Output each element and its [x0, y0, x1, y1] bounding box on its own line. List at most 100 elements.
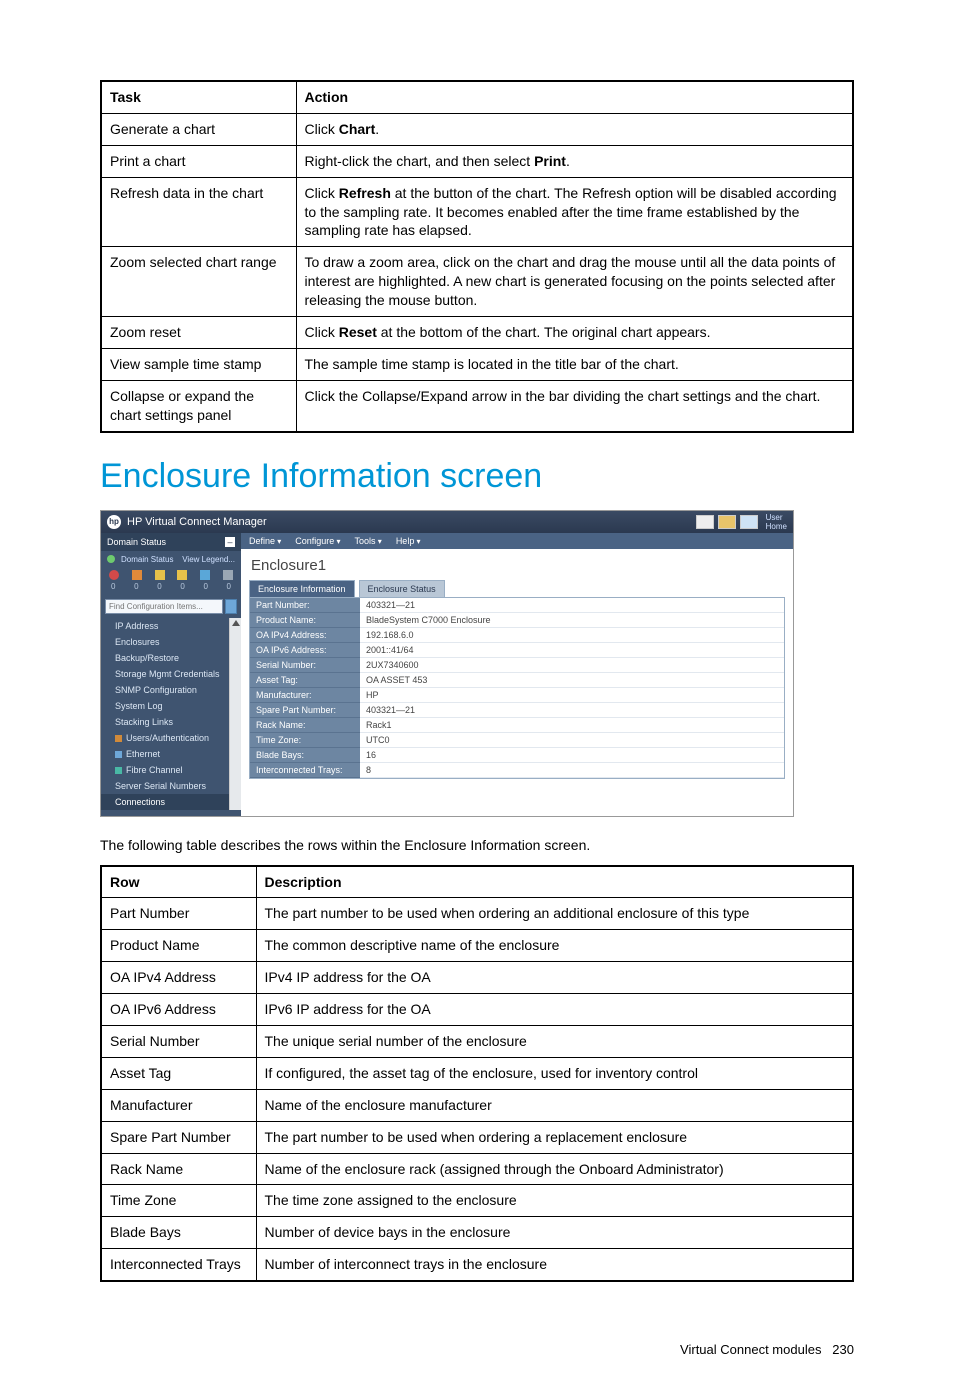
sidebar-item-enclosures[interactable]: Enclosures: [101, 634, 241, 650]
action-cell: Click the Collapse/Expand arrow in the b…: [296, 380, 853, 431]
menu-define[interactable]: Define: [249, 536, 281, 546]
status-count-row: 000000: [101, 582, 241, 595]
info-label: Spare Part Number:: [250, 703, 360, 718]
sidebar-search: [105, 599, 237, 614]
tab-enclosure-information[interactable]: Enclosure Information: [249, 580, 355, 597]
col-task: Task: [101, 81, 296, 113]
sidebar-item-system-log[interactable]: System Log: [101, 698, 241, 714]
section-heading: Enclosure Information screen: [100, 457, 854, 496]
status-count: 0: [227, 582, 231, 591]
domain-status-row[interactable]: Domain Status View Legend...: [101, 551, 241, 568]
info-value: Rack1: [360, 718, 784, 733]
task-cell: Zoom selected chart range: [101, 247, 296, 317]
sidebar-item-server-serial-numbers[interactable]: Server Serial Numbers: [101, 778, 241, 794]
description-cell: The time zone assigned to the enclosure: [256, 1185, 853, 1217]
row-cell: OA IPv6 Address: [101, 994, 256, 1026]
info-label: Serial Number:: [250, 658, 360, 673]
action-cell: Click Refresh at the button of the chart…: [296, 177, 853, 247]
status-count: 0: [157, 582, 161, 591]
task-cell: Print a chart: [101, 145, 296, 177]
vcm-main: DefineConfigureToolsHelp Enclosure1 Encl…: [241, 533, 793, 816]
description-cell: IPv6 IP address for the OA: [256, 994, 853, 1026]
collapse-icon[interactable]: –: [225, 537, 235, 547]
user-home-link[interactable]: User Home: [766, 513, 787, 531]
info-value: 403321—21: [360, 598, 784, 613]
sidebar-scrollbar[interactable]: [229, 618, 241, 810]
sidebar-item-stacking-links[interactable]: Stacking Links: [101, 714, 241, 730]
row-cell: Manufacturer: [101, 1089, 256, 1121]
sidebar-item-backup-restore[interactable]: Backup/Restore: [101, 650, 241, 666]
row-cell: Time Zone: [101, 1185, 256, 1217]
status-count: 0: [111, 582, 115, 591]
status-type-icon[interactable]: [223, 570, 233, 580]
row-cell: Asset Tag: [101, 1057, 256, 1089]
header-icon-2[interactable]: [718, 515, 736, 529]
col-row: Row: [101, 866, 256, 898]
domain-status-header: Domain Status –: [101, 533, 241, 551]
row-cell: Serial Number: [101, 1026, 256, 1058]
info-value: HP: [360, 688, 784, 703]
status-type-icon[interactable]: [200, 570, 210, 580]
status-type-icon[interactable]: [155, 570, 165, 580]
tab-enclosure-status[interactable]: Enclosure Status: [359, 580, 445, 597]
scroll-up-icon: [232, 620, 240, 626]
row-cell: OA IPv4 Address: [101, 962, 256, 994]
info-value: UTC0: [360, 733, 784, 748]
sidebar-item-connections[interactable]: Connections: [101, 794, 241, 810]
info-label: Time Zone:: [250, 733, 360, 748]
info-value: 192.168.6.0: [360, 628, 784, 643]
description-cell: The common descriptive name of the enclo…: [256, 930, 853, 962]
row-cell: Spare Part Number: [101, 1121, 256, 1153]
search-input[interactable]: [105, 599, 223, 614]
task-cell: Zoom reset: [101, 317, 296, 349]
info-value: 8: [360, 763, 784, 778]
hp-logo-icon: hp: [107, 515, 121, 529]
row-cell: Blade Bays: [101, 1217, 256, 1249]
info-label: Part Number:: [250, 598, 360, 613]
menu-help[interactable]: Help: [396, 536, 421, 546]
info-value: 2UX7340600: [360, 658, 784, 673]
info-label: Interconnected Trays:: [250, 763, 360, 778]
description-cell: The part number to be used when ordering…: [256, 898, 853, 930]
status-count: 0: [180, 582, 184, 591]
row-cell: Interconnected Trays: [101, 1249, 256, 1281]
row-cell: Rack Name: [101, 1153, 256, 1185]
action-cell: Right-click the chart, and then select P…: [296, 145, 853, 177]
description-cell: Number of device bays in the enclosure: [256, 1217, 853, 1249]
sidebar-item-snmp-configuration[interactable]: SNMP Configuration: [101, 682, 241, 698]
col-description: Description: [256, 866, 853, 898]
menu-tools[interactable]: Tools: [355, 536, 382, 546]
status-type-icon[interactable]: [177, 570, 187, 580]
description-cell: IPv4 IP address for the OA: [256, 962, 853, 994]
sidebar-item-storage-mgmt-credentials[interactable]: Storage Mgmt Credentials: [101, 666, 241, 682]
description-cell: If configured, the asset tag of the encl…: [256, 1057, 853, 1089]
search-go-button[interactable]: [225, 599, 237, 614]
description-cell: Name of the enclosure rack (assigned thr…: [256, 1153, 853, 1185]
intro-text: The following table describes the rows w…: [100, 837, 854, 853]
info-label: OA IPv4 Address:: [250, 628, 360, 643]
sidebar-item-ip-address[interactable]: IP Address: [101, 618, 241, 634]
sidebar-item-fibre-channel[interactable]: Fibre Channel: [101, 762, 241, 778]
sidebar-nav: IP AddressEnclosuresBackup/RestoreStorag…: [101, 618, 241, 810]
status-type-icon[interactable]: [109, 570, 119, 580]
page-footer: Virtual Connect modules 230: [100, 1342, 854, 1357]
action-cell: The sample time stamp is located in the …: [296, 348, 853, 380]
vcm-tabs: Enclosure InformationEnclosure Status: [241, 580, 793, 597]
description-cell: Name of the enclosure manufacturer: [256, 1089, 853, 1121]
header-icon-3[interactable]: [740, 515, 758, 529]
sidebar-item-users-authentication[interactable]: Users/Authentication: [101, 730, 241, 746]
info-value: 403321—21: [360, 703, 784, 718]
row-cell: Product Name: [101, 930, 256, 962]
enclosure-info-panel: Part Number:403321—21Product Name:BladeS…: [249, 597, 785, 779]
row-cell: Part Number: [101, 898, 256, 930]
status-count: 0: [134, 582, 138, 591]
info-value: 2001::41/64: [360, 643, 784, 658]
menu-configure[interactable]: Configure: [295, 536, 340, 546]
sidebar-item-ethernet[interactable]: Ethernet: [101, 746, 241, 762]
header-icon-1[interactable]: [696, 515, 714, 529]
vcm-titlebar: hp HP Virtual Connect Manager User Home: [101, 511, 793, 533]
status-type-icon[interactable]: [132, 570, 142, 580]
action-cell: Click Chart.: [296, 113, 853, 145]
action-cell: To draw a zoom area, click on the chart …: [296, 247, 853, 317]
info-value: BladeSystem C7000 Enclosure: [360, 613, 784, 628]
